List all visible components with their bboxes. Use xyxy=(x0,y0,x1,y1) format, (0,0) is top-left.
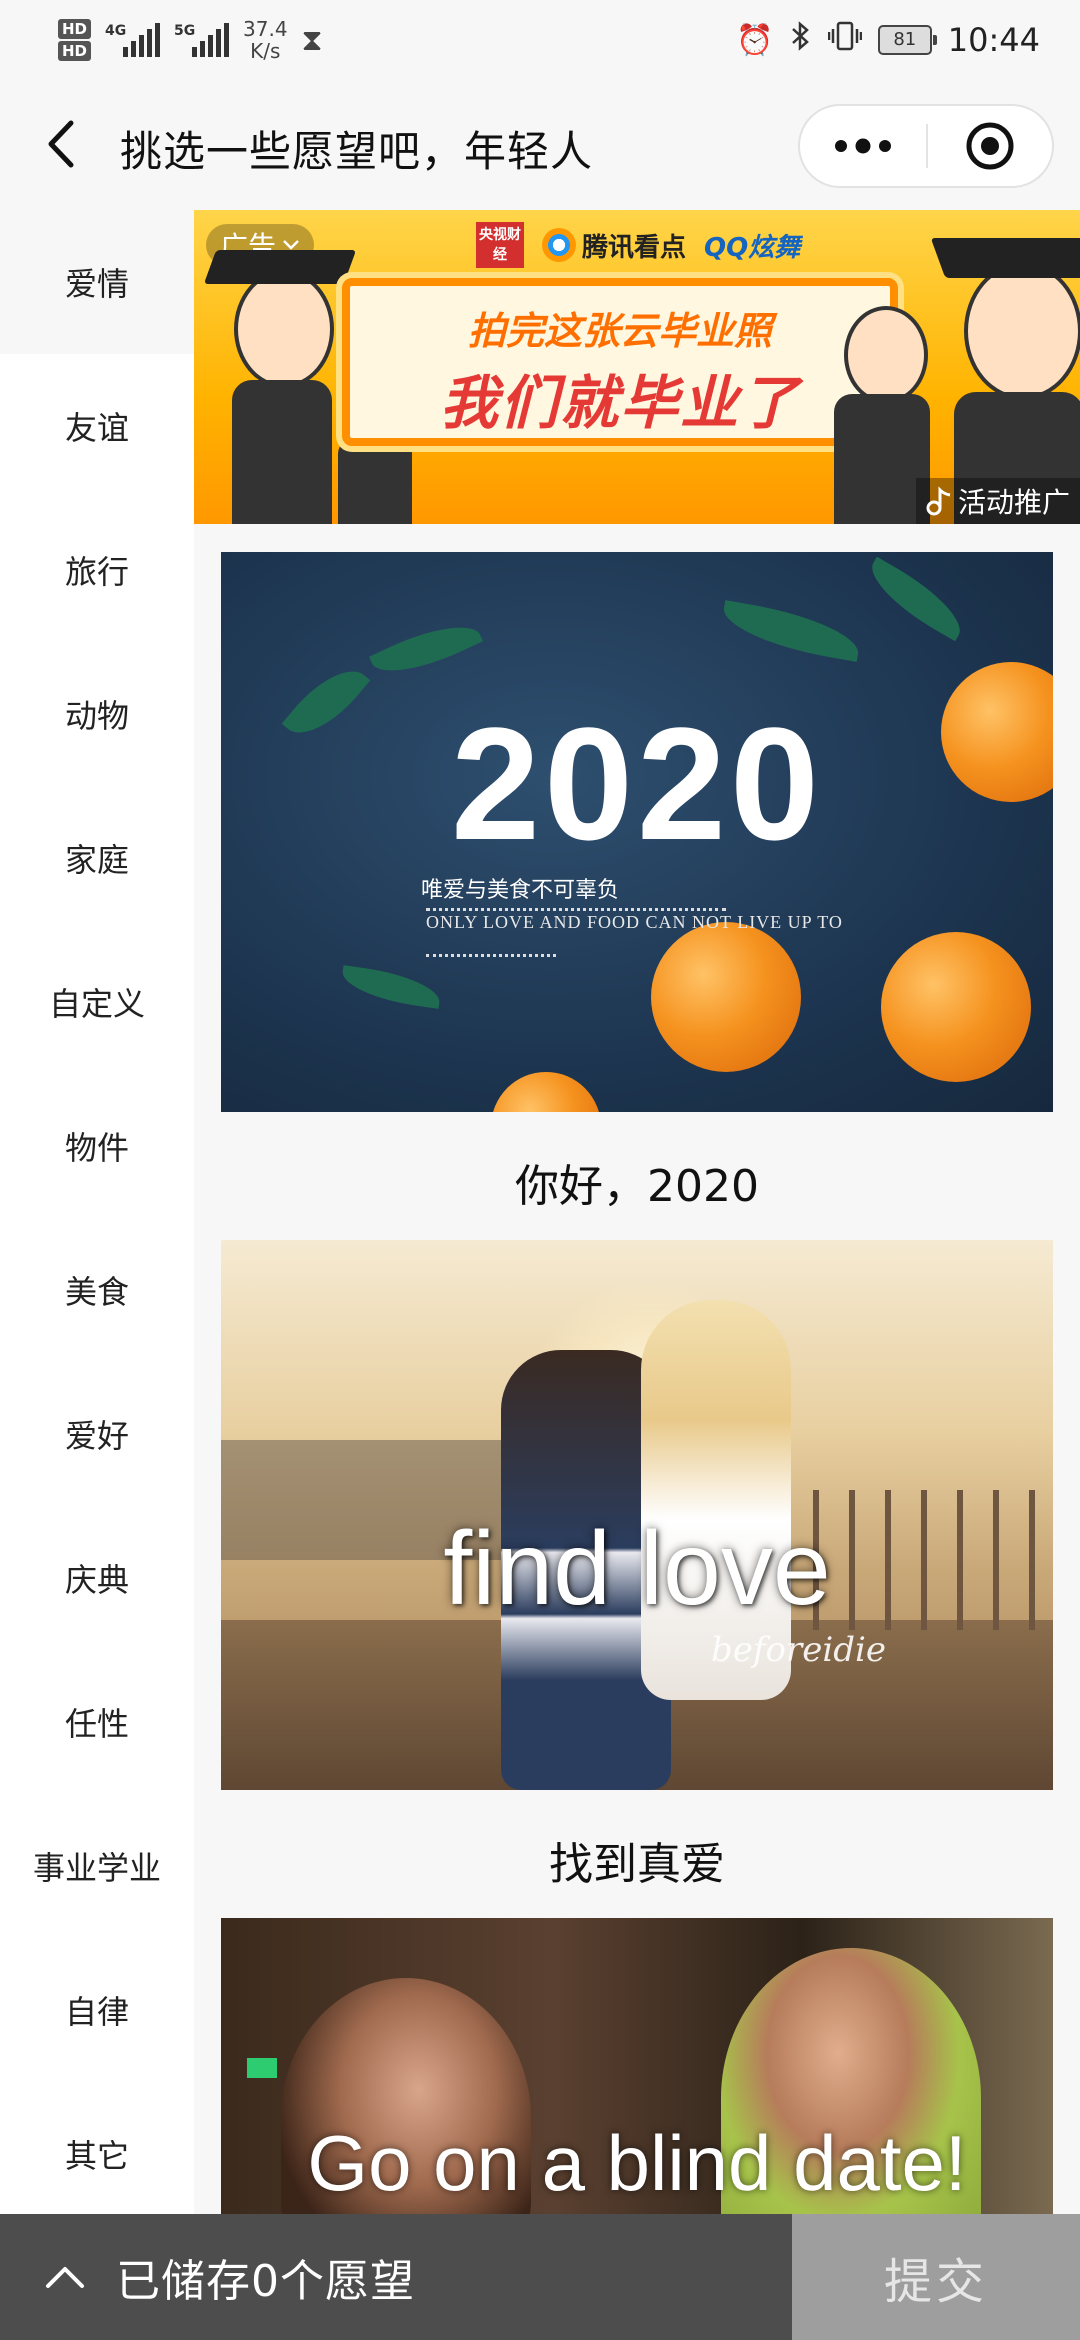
status-left: HD HD 4G 5G 37.4 K/s ⧗ xyxy=(58,10,323,70)
grad-cap-right-icon xyxy=(930,238,1080,278)
close-miniprogram-button[interactable] xyxy=(928,106,1052,186)
dotted-line xyxy=(426,954,556,957)
speed-unit: K/s xyxy=(250,39,281,63)
exit-sign-icon xyxy=(247,2058,277,2078)
bluetooth-icon xyxy=(790,20,812,60)
leaf-decoration xyxy=(859,556,973,642)
wish-caption-2020: 你好，2020 xyxy=(515,1161,759,1212)
ad-banner[interactable]: 广告 央视财经 腾讯看点 QQ炫舞 拍完这张云毕业照 我们就毕业了 活动推广 xyxy=(194,210,1080,524)
sidebar-item-career-study[interactable]: 事业学业 xyxy=(0,1794,194,1938)
speed-value: 37.4 xyxy=(243,17,288,41)
clock: 10:44 xyxy=(947,21,1040,59)
image-subtitle-text: 唯爱与美食不可辜负 xyxy=(421,878,620,903)
sidebar-item-willful[interactable]: 任性 xyxy=(0,1650,194,1794)
image-signature-text: beforeidie xyxy=(711,1630,886,1670)
sidebar-item-animals[interactable]: 动物 xyxy=(0,642,194,786)
dotted-line xyxy=(426,908,726,911)
sidebar-item-self-discipline[interactable]: 自律 xyxy=(0,1938,194,2082)
image-year-text: 2020 xyxy=(451,694,823,873)
sidebar-item-food[interactable]: 美食 xyxy=(0,1218,194,1362)
bottom-action-bar: 已储存0个愿望 提交 xyxy=(0,2214,1080,2340)
alarm-icon: ⏰ xyxy=(736,22,774,58)
saved-count-text: 已储存0个愿望 xyxy=(116,2256,415,2307)
back-button[interactable] xyxy=(30,114,90,174)
hd-badge-2: HD xyxy=(58,41,92,61)
wish-list-content: 广告 央视财经 腾讯看点 QQ炫舞 拍完这张云毕业照 我们就毕业了 活动推广 2… xyxy=(194,210,1080,2214)
wish-image-find-love[interactable]: find love beforeidie xyxy=(221,1240,1053,1790)
image-find-love-text: find love xyxy=(443,1511,831,1627)
sidebar-item-hobbies[interactable]: 爱好 xyxy=(0,1362,194,1506)
ad-sponsor-logos: 央视财经 腾讯看点 QQ炫舞 xyxy=(476,222,800,268)
ad-marquee-board: 拍完这张云毕业照 我们就毕业了 xyxy=(342,278,898,446)
chevron-left-icon xyxy=(48,120,74,168)
sidebar-item-family[interactable]: 家庭 xyxy=(0,786,194,930)
sidebar-item-friendship[interactable]: 友谊 xyxy=(0,354,194,498)
music-note-icon xyxy=(926,486,951,516)
wish-image-blind-date[interactable]: Go on a blind date! xyxy=(221,1918,1053,2214)
wish-image-2020[interactable]: 2020 唯爱与美食不可辜负 ONLY LOVE AND FOOD CAN NO… xyxy=(221,552,1053,1112)
gown-left xyxy=(232,380,332,524)
tangerine xyxy=(881,932,1031,1082)
tencent-kandian-logo: 腾讯看点 xyxy=(542,227,686,264)
hourglass-icon: ⧗ xyxy=(301,22,323,58)
more-dots-icon xyxy=(835,138,891,154)
tangerine xyxy=(491,1072,601,1112)
miniprogram-capsule xyxy=(798,104,1054,188)
cctv-finance-logo: 央视财经 xyxy=(476,222,524,268)
sidebar-item-other[interactable]: 其它 xyxy=(0,2082,194,2226)
saved-wishes-toggle[interactable]: 已储存0个愿望 xyxy=(0,2214,792,2340)
gown-small xyxy=(338,438,412,524)
kandian-eye-icon xyxy=(542,228,576,262)
tangerine xyxy=(651,922,801,1072)
sidebar-item-celebrations[interactable]: 庆典 xyxy=(0,1506,194,1650)
network-type-1: 4G xyxy=(105,23,127,39)
battery-icon: 81 xyxy=(877,25,937,55)
signal-4g-icon: 4G xyxy=(105,23,161,57)
wish-caption-find-love: 找到真爱 xyxy=(549,1839,725,1890)
ad-headline-1: 拍完这张云毕业照 xyxy=(467,309,772,353)
target-close-icon xyxy=(966,122,1014,170)
grad-cap-left-icon xyxy=(203,250,357,284)
category-sidebar: 爱情 友谊 旅行 动物 家庭 自定义 物件 美食 爱好 庆典 任性 事业学业 自… xyxy=(0,210,194,2226)
tencent-kandian-label: 腾讯看点 xyxy=(582,232,687,263)
status-bar: HD HD 4G 5G 37.4 K/s ⧗ ⏰ 81 10:44 xyxy=(0,0,1080,78)
chevron-up-icon xyxy=(40,2252,90,2302)
status-right: ⏰ 81 10:44 xyxy=(736,14,1040,66)
image-english-text: ONLY LOVE AND FOOD CAN NOT LIVE UP TO xyxy=(426,912,843,932)
cartoon-child-right xyxy=(844,306,928,404)
sidebar-item-travel[interactable]: 旅行 xyxy=(0,498,194,642)
qq-dance-logo: QQ炫舞 xyxy=(704,232,801,263)
ad-footer-label: 活动推广 xyxy=(957,486,1070,519)
page-title: 挑选一些愿望吧，年轻人 xyxy=(120,127,594,176)
more-button[interactable] xyxy=(800,106,926,186)
signal-5g-icon: 5G xyxy=(174,23,230,57)
sidebar-item-love[interactable]: 爱情 xyxy=(0,210,194,354)
navigation-bar: 挑选一些愿望吧，年轻人 xyxy=(0,78,1080,210)
leaf-decoration xyxy=(339,965,443,1009)
leaf-decoration xyxy=(368,610,484,688)
ad-promo-footer[interactable]: 活动推广 xyxy=(915,478,1080,524)
ad-headline-2: 我们就毕业了 xyxy=(439,369,800,437)
submit-button[interactable]: 提交 xyxy=(792,2214,1080,2340)
vibrate-icon xyxy=(827,20,863,60)
hd-indicators: HD HD xyxy=(58,19,92,61)
cartoon-girl-left xyxy=(234,270,334,388)
sidebar-item-custom[interactable]: 自定义 xyxy=(0,930,194,1074)
image-blind-date-text: Go on a blind date! xyxy=(307,2119,967,2207)
network-type-2: 5G xyxy=(174,23,196,39)
network-speed: 37.4 K/s xyxy=(243,18,288,62)
cartoon-man-right xyxy=(964,262,1080,400)
sidebar-item-objects[interactable]: 物件 xyxy=(0,1074,194,1218)
leaf-decoration xyxy=(718,600,864,662)
hd-badge-1: HD xyxy=(58,19,92,39)
